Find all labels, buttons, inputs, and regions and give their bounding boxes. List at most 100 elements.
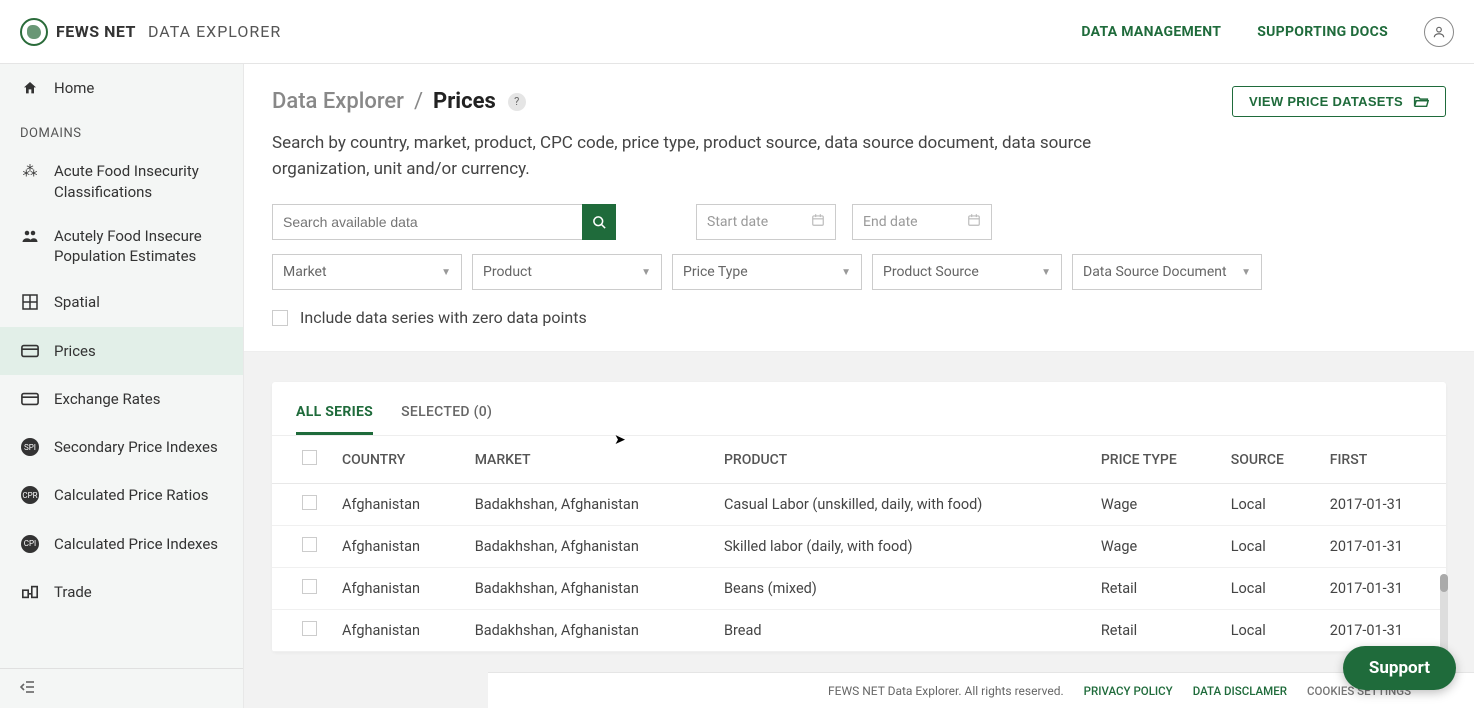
col-product[interactable]: PRODUCT: [714, 436, 1091, 484]
product-source-select[interactable]: Product Source▼: [872, 254, 1062, 290]
end-date-input[interactable]: End date: [852, 204, 992, 240]
sidebar-collapse-button[interactable]: [0, 668, 243, 708]
support-label: Support: [1369, 658, 1430, 678]
card-icon: [20, 389, 40, 409]
select-all-checkbox[interactable]: [302, 450, 317, 465]
grid-icon: [20, 292, 40, 312]
table-row[interactable]: Afghanistan Badakhshan, Afghanistan Bean…: [272, 568, 1446, 610]
calendar-icon: [967, 213, 981, 231]
sidebar-item-secondary-price-indexes[interactable]: SPI Secondary Price Indexes: [0, 423, 243, 471]
cell-country: Afghanistan: [332, 568, 465, 610]
search-button[interactable]: [582, 204, 616, 240]
sidebar-item-label: Secondary Price Indexes: [54, 437, 218, 457]
sidebar-item-label: Acute Food Insecurity Classifications: [54, 161, 223, 202]
cell-source: Local: [1221, 610, 1320, 652]
col-first[interactable]: FIRST: [1320, 436, 1446, 484]
row-checkbox[interactable]: [302, 537, 317, 552]
user-avatar-button[interactable]: [1424, 17, 1454, 47]
sidebar-item-trade[interactable]: Trade: [0, 568, 243, 616]
cell-market: Badakhshan, Afghanistan: [465, 526, 714, 568]
breadcrumb-root[interactable]: Data Explorer: [272, 89, 404, 114]
footer-disclaimer-link[interactable]: DATA DISCLAMER: [1193, 684, 1287, 698]
search-input[interactable]: [272, 204, 582, 240]
cell-market: Badakhshan, Afghanistan: [465, 610, 714, 652]
include-zero-checkbox-row[interactable]: Include data series with zero data point…: [272, 308, 1446, 327]
sidebar-item-population-estimates[interactable]: Acutely Food Insecure Population Estimat…: [0, 214, 243, 279]
cell-country: Afghanistan: [332, 526, 465, 568]
sidebar-item-spatial[interactable]: Spatial: [0, 278, 243, 326]
cell-price-type: Wage: [1091, 484, 1221, 526]
nav-supporting-docs[interactable]: SUPPORTING DOCS: [1257, 24, 1388, 40]
table-row[interactable]: Afghanistan Badakhshan, Afghanistan Casu…: [272, 484, 1446, 526]
tab-all-series[interactable]: ALL SERIES: [296, 404, 373, 435]
chevron-down-icon: ▼: [641, 267, 651, 278]
cell-product: Beans (mixed): [714, 568, 1091, 610]
start-date-input[interactable]: Start date: [696, 204, 836, 240]
sidebar-item-afi-classifications[interactable]: ⁂ Acute Food Insecurity Classifications: [0, 149, 243, 214]
row-checkbox[interactable]: [302, 579, 317, 594]
folder-open-icon: [1413, 95, 1429, 108]
cell-price-type: Retail: [1091, 610, 1221, 652]
row-checkbox[interactable]: [302, 621, 317, 636]
chevron-down-icon: ▼: [841, 267, 851, 278]
col-price-type[interactable]: PRICE TYPE: [1091, 436, 1221, 484]
cell-source: Local: [1221, 568, 1320, 610]
classification-icon: ⁂: [20, 161, 40, 181]
chevron-down-icon: ▼: [1241, 267, 1251, 278]
col-market[interactable]: MARKET: [465, 436, 714, 484]
search-icon: [592, 215, 607, 230]
sidebar-item-exchange-rates[interactable]: Exchange Rates: [0, 375, 243, 423]
table-row[interactable]: Afghanistan Badakhshan, Afghanistan Brea…: [272, 610, 1446, 652]
breadcrumb-separator: /: [414, 89, 423, 114]
calendar-icon: [811, 213, 825, 231]
people-icon: [20, 226, 40, 246]
cell-country: Afghanistan: [332, 610, 465, 652]
sidebar-item-calc-price-ratios[interactable]: CPR Calculated Price Ratios: [0, 471, 243, 519]
sidebar-home[interactable]: Home: [0, 64, 243, 112]
footer-copyright: FEWS NET Data Explorer. All rights reser…: [828, 684, 1064, 698]
help-icon[interactable]: ?: [508, 93, 526, 111]
sidebar-item-label: Calculated Price Indexes: [54, 534, 218, 554]
footer: FEWS NET Data Explorer. All rights reser…: [488, 672, 1474, 708]
data-source-doc-select[interactable]: Data Source Document▼: [1072, 254, 1262, 290]
col-country[interactable]: COUNTRY: [332, 436, 465, 484]
view-btn-label: VIEW PRICE DATASETS: [1249, 94, 1403, 109]
view-price-datasets-button[interactable]: VIEW PRICE DATASETS: [1232, 86, 1446, 117]
price-type-select[interactable]: Price Type▼: [672, 254, 862, 290]
table-scrollbar[interactable]: [1440, 574, 1448, 654]
row-checkbox[interactable]: [302, 495, 317, 510]
cell-price-type: Retail: [1091, 568, 1221, 610]
home-icon: [20, 78, 40, 98]
page-description: Search by country, market, product, CPC …: [272, 131, 1102, 182]
cell-first: 2017-01-31: [1320, 526, 1446, 568]
brand-subtitle: DATA EXPLORER: [148, 22, 281, 41]
cell-product: Casual Labor (unskilled, daily, with foo…: [714, 484, 1091, 526]
cell-market: Badakhshan, Afghanistan: [465, 568, 714, 610]
brand-name: FEWS NET: [56, 22, 136, 41]
app-logo[interactable]: FEWS NET DATA EXPLORER: [20, 18, 281, 46]
footer-privacy-link[interactable]: PRIVACY POLICY: [1084, 684, 1173, 698]
tab-selected[interactable]: SELECTED (0): [401, 404, 492, 435]
sidebar-item-calc-price-indexes[interactable]: CPI Calculated Price Indexes: [0, 520, 243, 568]
col-source[interactable]: SOURCE: [1221, 436, 1320, 484]
sidebar-section-domains: DOMAINS: [0, 112, 243, 149]
checkbox-icon: [272, 310, 288, 326]
main-content: Data Explorer / Prices ? VIEW PRICE DATA…: [244, 64, 1474, 708]
chevron-down-icon: ▼: [441, 267, 451, 278]
sidebar-item-label: Home: [54, 78, 94, 98]
product-select[interactable]: Product▼: [472, 254, 662, 290]
cell-country: Afghanistan: [332, 484, 465, 526]
market-select[interactable]: Market▼: [272, 254, 462, 290]
nav-data-management[interactable]: DATA MANAGEMENT: [1081, 24, 1221, 40]
support-button[interactable]: Support: [1343, 646, 1456, 690]
sidebar: Home DOMAINS ⁂ Acute Food Insecurity Cla…: [0, 64, 244, 708]
chevron-down-icon: ▼: [1041, 267, 1051, 278]
cell-source: Local: [1221, 526, 1320, 568]
scrollbar-thumb[interactable]: [1440, 574, 1448, 592]
results-panel: ALL SERIES SELECTED (0) COUNTRY MARKET P…: [272, 382, 1446, 652]
cpr-badge-icon: CPR: [20, 485, 40, 505]
sidebar-item-prices[interactable]: Prices: [0, 327, 243, 375]
card-icon: [20, 341, 40, 361]
cpi-badge-icon: CPI: [20, 534, 40, 554]
table-row[interactable]: Afghanistan Badakhshan, Afghanistan Skil…: [272, 526, 1446, 568]
